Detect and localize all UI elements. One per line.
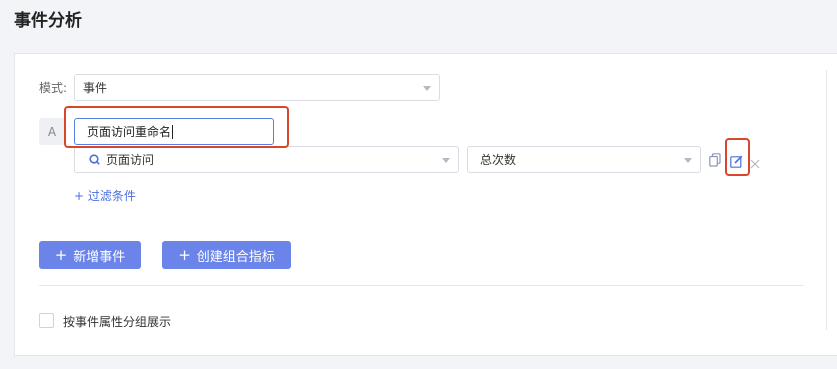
chevron-down-icon: [442, 158, 450, 163]
mode-select-value: 事件: [83, 81, 108, 95]
rename-highlight-box: [64, 106, 289, 148]
add-event-label: 新增事件: [73, 249, 126, 265]
event-index-badge: A: [39, 118, 65, 145]
metric-select[interactable]: 总次数: [467, 146, 701, 173]
metric-select-value: 总次数: [480, 153, 517, 167]
plus-icon: +: [54, 246, 68, 264]
page-title: 事件分析: [14, 11, 82, 31]
create-combo-label: 创建组合指标: [196, 249, 275, 265]
event-select-value: 页面访问: [106, 153, 155, 167]
mode-select[interactable]: 事件: [74, 74, 440, 101]
chevron-down-icon: [684, 158, 692, 163]
plus-icon: +: [178, 246, 191, 264]
panel-divider: [826, 70, 827, 330]
group-by-property-checkbox[interactable]: [39, 313, 54, 328]
mode-label: 模式:: [39, 81, 68, 95]
close-icon[interactable]: [750, 154, 760, 169]
edit-highlight-box: [725, 138, 750, 176]
add-filter-link[interactable]: + 过滤条件: [74, 187, 136, 204]
copy-icon[interactable]: [709, 152, 721, 167]
event-select[interactable]: 页面访问: [74, 146, 459, 173]
section-divider: [39, 285, 804, 286]
add-event-button[interactable]: + 新增事件: [39, 241, 141, 269]
group-by-property-label: 按事件属性分组展示: [63, 315, 172, 329]
chevron-down-icon: [423, 86, 431, 91]
create-combo-metric-button[interactable]: + 创建组合指标: [162, 241, 291, 269]
search-icon: [89, 154, 100, 165]
